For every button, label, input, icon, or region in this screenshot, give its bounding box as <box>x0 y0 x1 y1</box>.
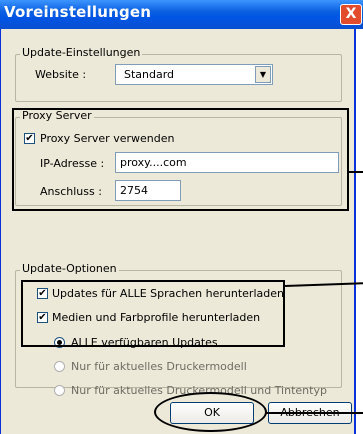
proxy-callout-box <box>12 108 349 211</box>
radio-current-printer[interactable] <box>54 361 65 372</box>
ok-callout-oval <box>154 392 267 432</box>
download-options-callout-box <box>21 280 285 347</box>
update-options-legend: Update-Optionen <box>20 262 119 275</box>
radio-current-printer-ink[interactable] <box>54 385 65 396</box>
chevron-down-icon[interactable]: ▼ <box>255 66 271 83</box>
ok-callout-line <box>266 412 363 414</box>
close-icon[interactable]: X <box>340 4 362 25</box>
website-label: Website : <box>35 68 87 81</box>
website-select-value: Standard <box>124 68 175 81</box>
radio-current-printer-label: Nur für aktuelles Druckermodell <box>71 360 247 373</box>
update-settings-legend: Update-Einstellungen <box>20 46 143 59</box>
window-title: Voreinstellungen <box>4 3 152 21</box>
proxy-callout-line <box>349 171 363 173</box>
website-select[interactable]: Standard <box>115 64 273 85</box>
title-bar: Voreinstellungen X <box>0 0 363 29</box>
